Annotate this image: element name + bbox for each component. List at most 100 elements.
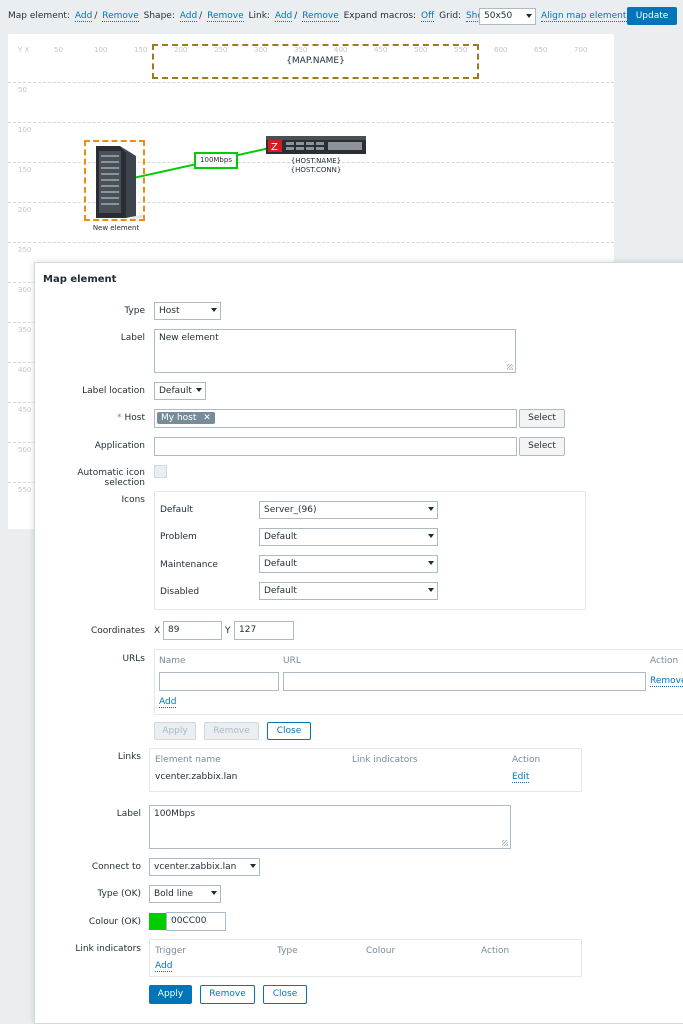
shape-remove-link[interactable]: Remove (207, 11, 244, 22)
links-label: Links (117, 752, 141, 762)
link-label-box[interactable]: 100Mbps (194, 152, 238, 169)
url-input[interactable] (283, 672, 646, 691)
x-input[interactable]: 89 (163, 621, 222, 640)
element-remove-button[interactable]: Remove (204, 722, 259, 740)
links-element-header: Element name (155, 755, 221, 765)
x-value: 89 (168, 625, 180, 635)
icon-disabled-select[interactable]: Default (259, 582, 438, 600)
icon-default-select[interactable]: Server_(96) (259, 501, 438, 519)
link-label-text: 100Mbps (200, 156, 232, 164)
shape-label: Shape: (143, 11, 175, 21)
auto-icon-checkbox[interactable] (154, 465, 167, 478)
indicators-add-link[interactable]: Add (155, 961, 173, 972)
application-select-button[interactable]: Select (519, 437, 565, 456)
icon-maintenance-value: Default (264, 559, 297, 569)
resize-grip-icon[interactable] (507, 364, 513, 370)
connect-to-select[interactable]: vcenter.zabbix.lan (149, 858, 260, 876)
link-indicators-box: Trigger Type Colour Action Add (149, 939, 582, 977)
host-tag-text: My host (161, 413, 197, 423)
link-apply-button[interactable]: Apply (149, 985, 192, 1004)
chevron-down-icon (428, 534, 434, 538)
host-name-macro: {HOST.NAME} (290, 157, 342, 165)
close-icon[interactable]: ✕ (203, 413, 211, 423)
link-label-label: Label (116, 809, 141, 819)
shape-add-link[interactable]: Add (179, 11, 198, 22)
links-action-header: Action (512, 755, 541, 765)
host-tag: My host ✕ (157, 412, 215, 424)
chevron-down-icon (250, 864, 256, 868)
type-ok-select[interactable]: Bold line (149, 885, 221, 903)
icons-label: Icons (121, 495, 145, 505)
chevron-down-icon (428, 561, 434, 565)
expand-macros-off-link[interactable]: Off (420, 11, 435, 22)
chevron-down-icon (211, 891, 217, 895)
link-close-button[interactable]: Close (263, 985, 307, 1004)
link-label: Link: (248, 11, 270, 21)
url-name-input[interactable] (159, 672, 279, 691)
application-label: Application (94, 441, 145, 451)
auto-icon-label: Automatic icon selection (77, 468, 145, 488)
host-multiselect[interactable]: My host ✕ (154, 409, 517, 428)
label-value: New element (159, 333, 219, 343)
urls-url-header: URL (283, 656, 301, 666)
icon-problem-select[interactable]: Default (259, 528, 438, 546)
element-close-button[interactable]: Close (267, 722, 311, 740)
application-input[interactable] (154, 437, 517, 456)
urls-name-header: Name (159, 656, 186, 666)
colour-ok-label: Colour (OK) (88, 917, 141, 927)
colour-ok-swatch[interactable] (149, 913, 166, 930)
type-select[interactable]: Host (154, 302, 221, 320)
links-indicators-header: Link indicators (352, 755, 418, 765)
separator: / (199, 11, 203, 21)
type-ok-label: Type (OK) (97, 889, 141, 899)
selected-element-frame[interactable] (84, 140, 145, 221)
link-label-textarea[interactable]: 100Mbps (149, 805, 511, 849)
required-asterisk: * (117, 413, 122, 423)
rack-server-icon[interactable]: Z (264, 134, 368, 156)
icon-default-label: Default (160, 505, 193, 515)
link-add-link[interactable]: Add (274, 11, 293, 22)
host-label: {HOST.NAME} {HOST.CONN} (276, 157, 356, 175)
map-element-add-link[interactable]: Add (74, 11, 93, 22)
chevron-down-icon (428, 588, 434, 592)
icon-problem-label: Problem (160, 532, 197, 542)
link-label-value: 100Mbps (154, 809, 196, 819)
host-select-button[interactable]: Select (519, 409, 565, 428)
element-label: New element (92, 224, 140, 232)
indicators-trigger-header: Trigger (155, 946, 187, 956)
link-remove-button[interactable]: Remove (200, 985, 255, 1004)
icons-box: Default Server_(96) Problem Default Main… (154, 491, 586, 610)
align-map-elements-link[interactable]: Align map elements (541, 11, 632, 22)
y-value: 127 (239, 625, 257, 635)
link-remove-link[interactable]: Remove (302, 11, 339, 22)
coordinates-label: Coordinates (90, 626, 145, 636)
colour-ok-input[interactable]: 00CC00 (166, 912, 226, 931)
connect-to-value: vcenter.zabbix.lan (154, 862, 237, 872)
indicators-action-header: Action (481, 946, 510, 956)
label-location-value: Default (159, 386, 192, 396)
urls-box: Name URL Action Remove Add (154, 649, 683, 715)
label-location-select[interactable]: Default (154, 382, 206, 400)
indicators-type-header: Type (277, 946, 298, 956)
icon-problem-value: Default (264, 532, 297, 542)
server-tower-icon (96, 146, 144, 220)
map-toolbar: Map element: Add / Remove Shape: Add / Rem… (0, 0, 683, 32)
element-apply-button[interactable]: Apply (154, 722, 196, 740)
type-ok-value: Bold line (154, 889, 193, 899)
label-textarea[interactable]: New element (154, 329, 516, 373)
y-input[interactable]: 127 (234, 621, 294, 640)
map-element-panel: Map element Type Host Label New element … (34, 262, 683, 1024)
indicators-colour-header: Colour (366, 946, 396, 956)
url-remove-link[interactable]: Remove (650, 676, 683, 687)
host-label-text: Host (124, 413, 146, 423)
expand-macros-label: Expand macros: (343, 11, 417, 21)
url-add-link[interactable]: Add (159, 697, 177, 708)
grid-size-select[interactable]: 50x50 (479, 8, 536, 25)
icon-maintenance-select[interactable]: Default (259, 555, 438, 573)
link-edit-link[interactable]: Edit (512, 772, 530, 783)
resize-grip-icon[interactable] (502, 840, 508, 846)
grid-label: Grid: (439, 11, 462, 21)
icon-disabled-label: Disabled (160, 587, 200, 597)
map-element-remove-link[interactable]: Remove (102, 11, 139, 22)
update-button[interactable]: Update (627, 7, 677, 25)
